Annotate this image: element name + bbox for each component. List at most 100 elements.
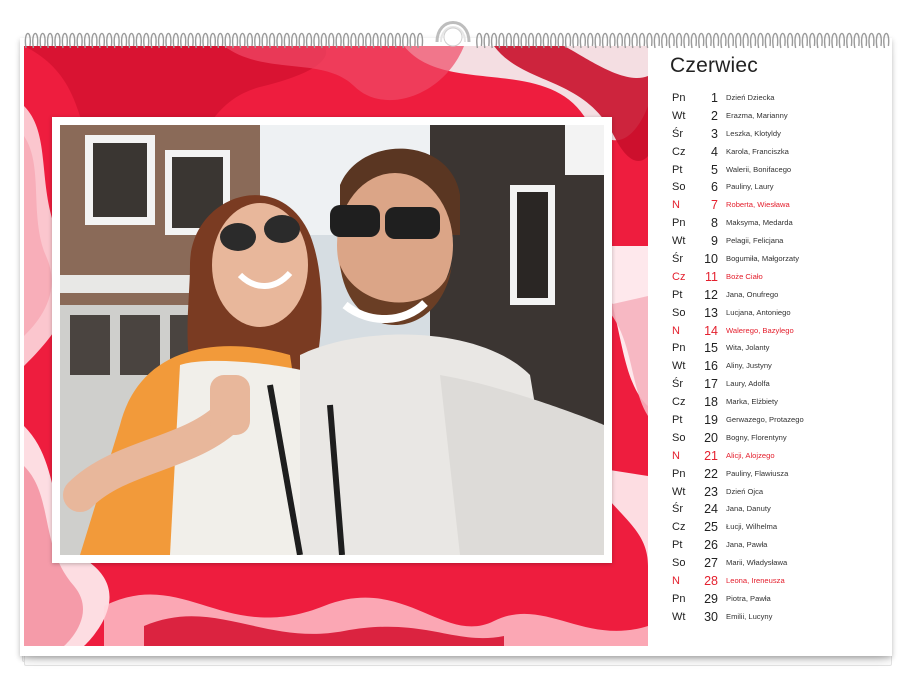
wire-loop [572,32,579,49]
weekday-label: So [672,306,686,319]
name-day-text: Leona, Ireneusza [726,576,785,586]
day-number: 9 [711,234,718,249]
wire-loop [180,32,187,49]
wire-loop [550,32,557,49]
wire-loop [187,32,194,49]
day-number: 26 [704,538,718,553]
wire-loop [476,32,483,49]
day-number: 7 [711,198,718,213]
day-row: Śr 3 Leszka, Klotyldy [672,126,882,144]
weekday-label: Śr [672,253,683,266]
weekday-label: Cz [672,145,686,158]
weekday-label: So [672,181,686,194]
wire-loop [350,32,357,49]
wire-loop [609,32,616,49]
weekday-label: Pn [672,217,686,230]
day-row: N 28 Leona, Ireneusza [672,573,882,591]
wire-loop [564,32,572,49]
wire-loop [254,32,261,49]
day-row: Śr 10 Bogumiła, Małgorzaty [672,251,882,269]
name-day-text: Walerii, Bonifacego [726,164,792,174]
wire-loop [757,32,764,49]
name-day-text: Gerwazego, Protazego [726,415,804,425]
wire-loop [742,32,749,49]
weekday-label: Pt [672,414,683,427]
wire-loop [764,32,771,49]
day-number: 2 [711,108,718,123]
name-day-text: Boże Ciało [726,271,763,281]
weekday-label: Cz [672,521,686,534]
wire-loop [150,32,157,49]
weekday-label: Cz [672,270,686,283]
wire-loop [120,32,128,49]
wire-loop [143,32,150,49]
day-number: 1 [711,91,718,105]
name-day-text: Roberta, Wiesława [726,200,790,210]
name-day-text: Bogny, Florentyny [726,432,787,442]
name-day-text: Marka, Elżbiety [726,397,778,407]
wire-loop [860,32,868,49]
wire-loop [624,32,631,49]
day-number: 24 [704,502,718,517]
wire-loop [735,32,742,49]
photo-frame [52,117,612,563]
wire-loop [246,32,253,49]
wire-loop [616,32,623,49]
couple-selfie-photo [60,125,604,555]
day-row: Pn 1 Dzień Dziecka [672,90,882,108]
day-number: 10 [704,252,718,267]
wire-loop [498,32,505,49]
wire-loop [402,32,409,49]
wire-loop [727,32,734,49]
wire-loop [172,32,179,49]
weekday-label: N [672,449,680,462]
wire-loop [853,32,860,49]
weekday-label: N [672,199,680,212]
wire-loop [535,32,542,49]
wire-loop [276,32,283,49]
name-day-text: Marii, Władysława [726,558,788,568]
day-number: 11 [705,269,718,284]
day-row: N 7 Roberta, Wiesława [672,197,882,215]
wire-loop [128,32,135,49]
wire-loop [579,32,586,49]
wire-loop [379,32,387,49]
day-row: Wt 16 Aliny, Justyny [672,358,882,376]
wire-loop [54,32,61,49]
wire-loop [39,32,46,49]
day-row: Wt 30 Emilii, Lucyny [672,609,882,627]
weekday-label: N [672,575,680,588]
wire-loop [135,32,142,49]
day-number: 8 [711,216,718,231]
wire-loop [394,32,401,49]
wire-loop [194,32,202,49]
day-number: 13 [704,305,718,320]
wire-loop [794,32,801,49]
month-title: Czerwiec [670,54,758,77]
calendar-hanger-hook [433,6,473,48]
wire-loop [32,32,39,49]
wire-loop [261,32,268,49]
day-row: Pn 15 Wita, Jolanty [672,340,882,358]
day-row: Pn 8 Maksyma, Medarda [672,215,882,233]
wire-loop [283,32,290,49]
wire-loop [505,32,512,49]
wire-loop [631,32,638,49]
day-list: Pn 1 Dzień Dziecka Wt 2 Erazma, Marianny Śr 3 Le… [672,90,882,627]
name-day-text: Lucjana, Antoniego [726,307,791,317]
wire-loop [587,32,594,49]
day-row: Pt 19 Gerwazego, Protazego [672,412,882,430]
wire-loop [98,32,105,49]
wire-loop [46,32,54,49]
day-row: So 13 Lucjana, Antoniego [672,305,882,323]
wire-loop [157,32,165,49]
wire-loop [638,32,646,49]
weekday-label: So [672,431,686,444]
weekday-label: Wt [672,610,686,623]
name-day-text: Pauliny, Laury [726,182,774,192]
weekday-label: Śr [672,378,683,391]
wire-loop [786,32,794,49]
day-number: 19 [704,413,718,428]
wire-loop [217,32,224,49]
weekday-label: Pt [672,288,683,301]
